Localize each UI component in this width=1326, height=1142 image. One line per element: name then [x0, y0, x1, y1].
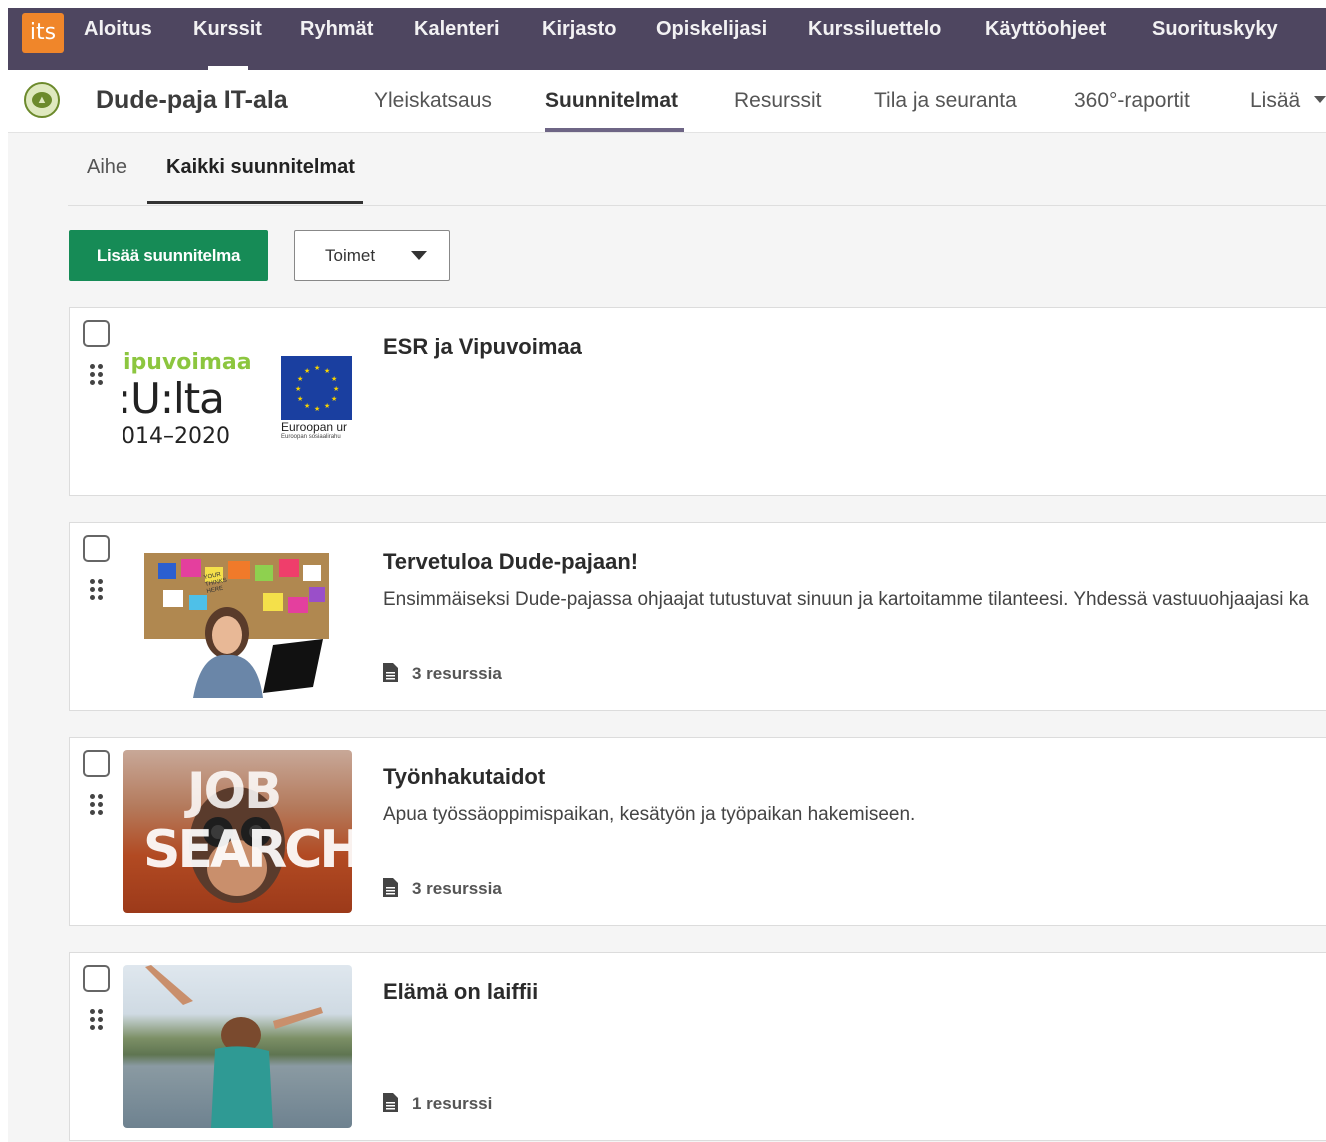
- plan-checkbox[interactable]: [83, 750, 110, 777]
- nav-aloitus[interactable]: Aloitus: [84, 8, 152, 70]
- plan-card[interactable]: Elämä on laiffii 1 resurssi: [69, 952, 1326, 1141]
- plan-card[interactable]: JOB SEARCH Työnhakutaidot Apua työssäopp…: [69, 737, 1326, 926]
- document-icon: [383, 878, 398, 897]
- tab-lisaa[interactable]: Lisää: [1250, 89, 1326, 113]
- plan-thumbnail[interactable]: YOUR THINKS HERE: [123, 535, 352, 698]
- corkboard-image: [144, 553, 329, 698]
- plan-card[interactable]: YOUR THINKS HERE Tervetuloa Dude-pajaan!…: [69, 522, 1326, 711]
- svg-text:★: ★: [295, 385, 301, 393]
- svg-text:★: ★: [331, 395, 337, 403]
- tab-360-raportit[interactable]: 360°-raportit: [1074, 89, 1190, 113]
- plan-resources: 3 resurssia: [383, 878, 502, 899]
- actions-dropdown[interactable]: Toimet: [294, 230, 450, 281]
- nav-ryhmat[interactable]: Ryhmät: [300, 8, 373, 70]
- plan-checkbox[interactable]: [83, 535, 110, 562]
- svg-text:★: ★: [324, 367, 330, 375]
- drag-handle-icon[interactable]: [89, 794, 105, 818]
- plan-resources: 1 resurssi: [383, 1093, 492, 1114]
- svg-text:★: ★: [314, 405, 320, 413]
- tab-resurssit[interactable]: Resurssit: [734, 89, 822, 113]
- course-title[interactable]: Dude-paja IT-ala: [96, 86, 288, 115]
- svg-text:★: ★: [331, 375, 337, 383]
- nav-kalenteri[interactable]: Kalenteri: [414, 8, 500, 70]
- document-icon: [383, 1093, 398, 1112]
- svg-text:★: ★: [304, 367, 310, 375]
- svg-text:★: ★: [297, 375, 303, 383]
- course-header: ▲ Dude-paja IT-ala Yleiskatsaus Suunnite…: [8, 70, 1326, 133]
- plan-title[interactable]: Tervetuloa Dude-pajaan!: [383, 549, 638, 575]
- plan-title[interactable]: Työnhakutaidot: [383, 764, 545, 790]
- nav-opiskelijasi[interactable]: Opiskelijasi: [656, 8, 767, 70]
- svg-text:★: ★: [314, 364, 320, 372]
- nav-suorituskyky[interactable]: Suorituskyky: [1152, 8, 1278, 70]
- nav-kurssiluettelo[interactable]: Kurssiluettelo: [808, 8, 941, 70]
- plan-card[interactable]: ipuvoimaa :U:lta 014–2020 ★ ★ ★ ★ ★ ★ ★ ★ ★ ★ ★…: [69, 307, 1326, 496]
- plan-resources: 3 resurssia: [383, 663, 502, 684]
- add-plan-button[interactable]: Lisää suunnitelma: [69, 230, 268, 281]
- nav-kirjasto[interactable]: Kirjasto: [542, 8, 616, 70]
- caret-down-icon: [411, 251, 427, 260]
- subtabs-divider: [68, 205, 1326, 206]
- plan-title[interactable]: Elämä on laiffii: [383, 979, 538, 1005]
- tab-yleiskatsaus[interactable]: Yleiskatsaus: [374, 89, 492, 113]
- plan-thumbnail[interactable]: [123, 965, 352, 1128]
- eu-flag-icon: ★ ★★ ★★★ ★★★ ★★★: [281, 356, 352, 420]
- tab-lisaa-label: Lisää: [1250, 89, 1301, 112]
- resources-count: 3 resurssia: [412, 879, 502, 898]
- plans-content: Aihe Kaikki suunnitelmat Lisää suunnitel…: [8, 133, 1326, 1142]
- eu-caption-small: Euroopan sosiaalirahu: [281, 434, 341, 440]
- svg-text:★: ★: [333, 385, 339, 393]
- plan-description: Ensimmäiseksi Dude-pajassa ohjaajat tutu…: [383, 589, 1309, 610]
- nav-kayttoohjeet[interactable]: Käyttöohjeet: [985, 8, 1106, 70]
- plan-description: Apua työssäoppimispaikan, kesätyön ja ty…: [383, 804, 916, 825]
- active-tab-indicator: [545, 128, 684, 132]
- plan-title[interactable]: ESR ja Vipuvoimaa: [383, 334, 582, 360]
- vipuvoimaa-logo-text: ipuvoimaa: [123, 350, 252, 375]
- document-icon: [383, 663, 398, 682]
- eu-logo-text: :U:lta: [123, 374, 225, 423]
- active-subtab-indicator: [147, 201, 363, 204]
- resources-count: 1 resurssi: [412, 1094, 493, 1113]
- drag-handle-icon[interactable]: [89, 364, 105, 388]
- subtab-aihe[interactable]: Aihe: [87, 156, 127, 179]
- search-text: SEARCH: [143, 820, 352, 880]
- subtab-kaikki-suunnitelmat[interactable]: Kaikki suunnitelmat: [166, 156, 355, 179]
- plan-checkbox[interactable]: [83, 965, 110, 992]
- svg-text:★: ★: [324, 402, 330, 410]
- top-navigation: its Aloitus Kurssit Ryhmät Kalenteri Kir…: [8, 8, 1326, 70]
- tab-suunnitelmat[interactable]: Suunnitelmat: [545, 89, 678, 113]
- eu-caption: Euroopan ur: [281, 420, 348, 434]
- plan-thumbnail[interactable]: ipuvoimaa :U:lta 014–2020 ★ ★ ★ ★ ★ ★ ★ ★ ★ ★ ★…: [123, 320, 352, 483]
- its-logo[interactable]: its: [22, 13, 64, 53]
- actions-label: Toimet: [325, 245, 376, 265]
- plan-thumbnail[interactable]: JOB SEARCH: [123, 750, 352, 913]
- drag-handle-icon[interactable]: [89, 1009, 105, 1033]
- drag-handle-icon[interactable]: [89, 579, 105, 603]
- svg-text:★: ★: [304, 402, 310, 410]
- woman-arms-raised-image: [145, 965, 323, 1128]
- years-text: 014–2020: [123, 424, 230, 449]
- resources-count: 3 resurssia: [412, 664, 502, 683]
- graduation-cap-icon: ▲: [24, 82, 60, 118]
- nav-kurssit[interactable]: Kurssit: [193, 8, 262, 70]
- tab-tila-ja-seuranta[interactable]: Tila ja seuranta: [874, 89, 1017, 113]
- chevron-down-icon: [1314, 96, 1326, 103]
- job-text: JOB: [187, 762, 282, 820]
- svg-text:★: ★: [297, 395, 303, 403]
- plan-checkbox[interactable]: [83, 320, 110, 347]
